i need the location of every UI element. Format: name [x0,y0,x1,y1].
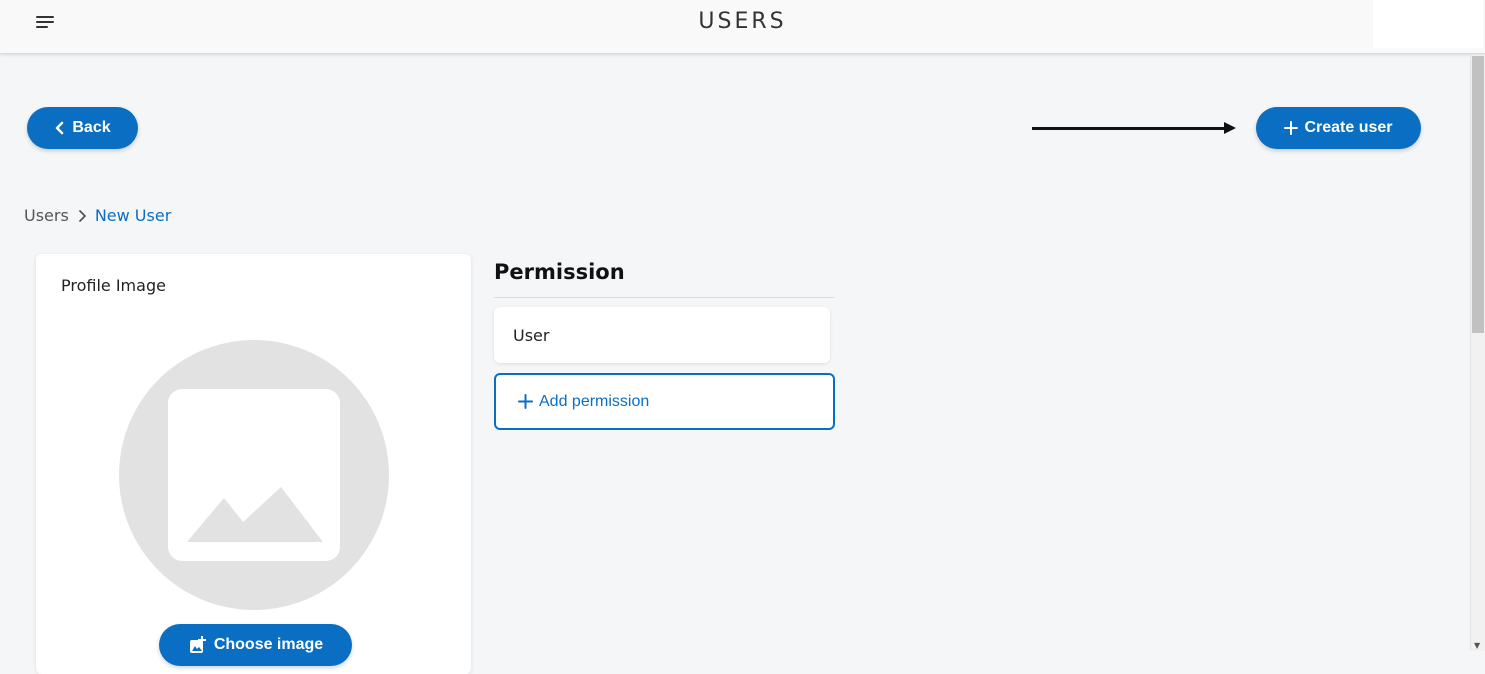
back-button-label: Back [72,119,111,136]
back-button[interactable]: Back [27,107,138,149]
choose-image-button[interactable]: Choose image [159,624,352,666]
top-app-bar: USERS [0,0,1485,54]
chevron-left-icon [56,121,64,135]
chevron-right-icon [78,209,86,222]
annotation-arrow-head [1224,122,1236,134]
permission-divider [494,297,835,298]
permission-heading: Permission [494,260,625,284]
top-right-panel [1373,0,1483,48]
breadcrumb-new-user[interactable]: New User [95,206,171,225]
add-permission-button[interactable]: Add permission [494,373,835,430]
create-user-button[interactable]: Create user [1256,107,1421,149]
page-title: USERS [698,9,787,34]
profile-image-title: Profile Image [61,276,166,295]
annotation-arrow-line [1032,127,1225,130]
scrollbar-thumb[interactable] [1472,56,1484,333]
plus-icon [518,394,533,409]
breadcrumb: Users New User [24,206,171,225]
breadcrumb-users[interactable]: Users [24,206,69,225]
add-permission-label: Add permission [539,392,650,410]
image-placeholder-icon [168,389,340,561]
choose-image-label: Choose image [213,636,324,653]
avatar-placeholder [119,340,389,610]
create-user-button-label: Create user [1304,119,1393,136]
permission-item-user[interactable]: User [494,307,830,363]
scroll-down-arrow-icon[interactable]: ▼ [1474,641,1480,650]
profile-image-card: Profile Image Choose image [36,254,471,674]
add-photo-icon [189,636,206,653]
mountain-shape [187,487,323,542]
permission-item-label: User [513,325,550,345]
plus-icon [1284,121,1299,135]
